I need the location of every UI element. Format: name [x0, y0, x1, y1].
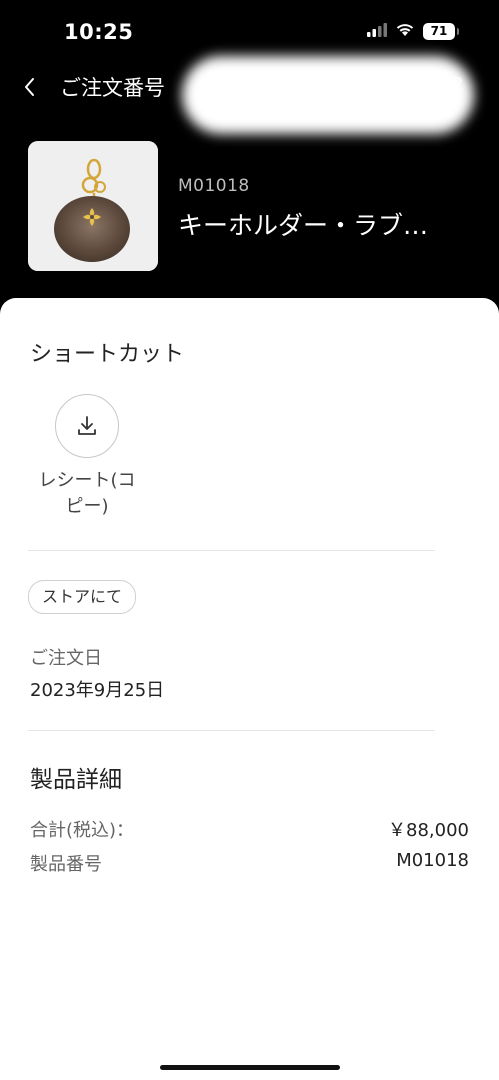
divider — [28, 730, 435, 731]
status-bar: 10:25 71 — [0, 0, 499, 64]
status-icons: 71 — [367, 22, 459, 41]
total-label: 合計(税込)： — [30, 820, 135, 841]
product-code: M01018 — [178, 176, 250, 196]
status-time: 10:25 — [64, 20, 134, 44]
product-header: M01018 キーホルダー・ラブ… — [0, 140, 499, 275]
home-indicator — [160, 1065, 340, 1070]
battery-icon: 71 — [423, 23, 459, 40]
back-button[interactable] — [14, 70, 44, 104]
product-image — [28, 141, 158, 271]
nav-header: ご注文番号 2 — [0, 56, 499, 134]
product-number-label: 製品番号 — [30, 854, 102, 875]
store-badge: ストアにて — [28, 580, 137, 614]
shortcut-label-line2: ピー) — [65, 496, 109, 517]
redaction-overlay — [182, 56, 474, 134]
download-icon — [78, 416, 96, 435]
total-value: ￥88,000 — [388, 820, 469, 841]
order-date-label: ご注文日 — [30, 648, 102, 669]
shortcut-label-line1: レシート(コ — [38, 470, 136, 491]
shortcut-label: レシート(コ ピー) — [28, 468, 146, 520]
receipt-copy-shortcut[interactable]: レシート(コ ピー) — [28, 394, 146, 520]
shortcuts-heading: ショートカット — [30, 342, 185, 367]
wifi-icon — [395, 22, 415, 41]
product-name: キーホルダー・ラブ… — [178, 211, 429, 240]
order-date-value: 2023年9月25日 — [30, 680, 165, 701]
product-details-heading: 製品詳細 — [30, 767, 122, 793]
chevron-left-icon — [25, 78, 34, 96]
screen: 10:25 71 ご注文番号 M01018 キーホルダー・ラブ… ショートカット… — [0, 0, 499, 1080]
receipt-download-button[interactable] — [55, 394, 119, 458]
product-number-value: M01018 — [396, 850, 469, 871]
page-title: ご注文番号 — [60, 76, 165, 100]
order-detail-sheet: ショートカット レシート(コ ピー) ストアにて ご注文日 2023年9月25日… — [0, 298, 499, 1080]
divider — [28, 550, 435, 551]
signal-icon — [367, 22, 387, 41]
